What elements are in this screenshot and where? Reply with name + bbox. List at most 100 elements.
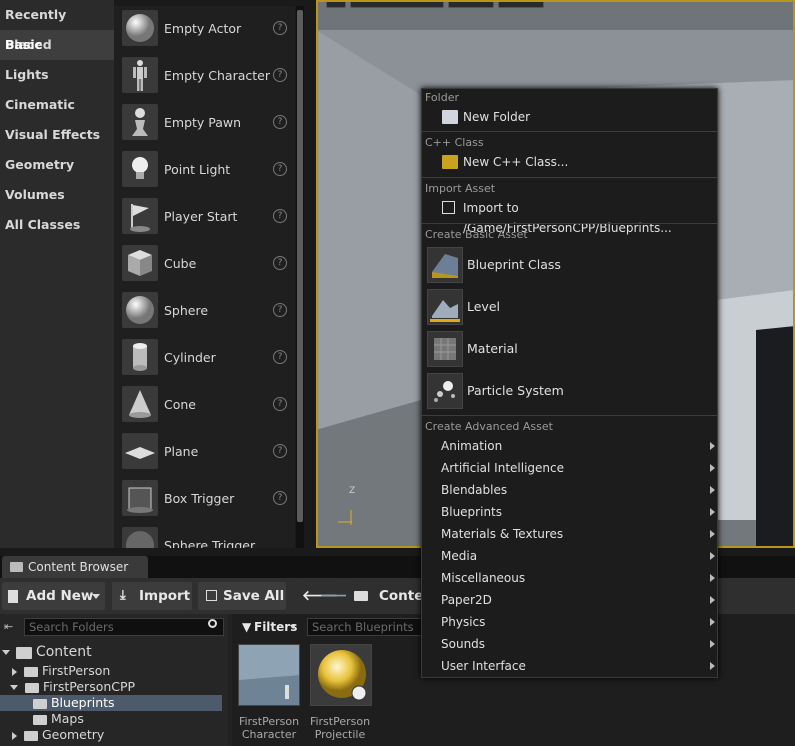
actor-item-box-trigger[interactable]: Box Trigger ?: [114, 476, 295, 523]
menu-item-material[interactable]: Material: [422, 329, 717, 369]
submenu-physics[interactable]: Physics: [422, 611, 717, 633]
submenu-blueprints[interactable]: Blueprints: [422, 501, 717, 523]
tree-item-geometry[interactable]: Geometry: [0, 727, 228, 743]
cone-icon: [122, 386, 158, 422]
help-icon[interactable]: ?: [273, 350, 287, 364]
asset-name-line: Character: [241, 728, 297, 741]
help-icon[interactable]: ?: [273, 162, 287, 176]
submenu-artificial-intelligence[interactable]: Artificial Intelligence: [422, 457, 717, 479]
axis-z-label: Z: [349, 486, 356, 496]
actor-item-point-light[interactable]: Point Light ?: [114, 147, 295, 194]
submenu-user-interface[interactable]: User Interface: [422, 655, 717, 677]
content-browser-icon: [10, 562, 23, 572]
category-cinematic[interactable]: Cinematic: [0, 90, 114, 120]
submenu-media[interactable]: Media: [422, 545, 717, 567]
folder-icon: [33, 714, 47, 725]
history-nav: 🡐 🡒: [298, 582, 356, 610]
help-icon[interactable]: ?: [273, 209, 287, 223]
tab-content-browser[interactable]: Content Browser: [2, 556, 148, 578]
actor-label: Empty Character: [164, 68, 270, 83]
actor-item-empty-actor[interactable]: Empty Actor ?: [114, 6, 295, 53]
new-folder-icon: [442, 110, 458, 124]
tree-item-blueprints[interactable]: Blueprints: [0, 695, 222, 711]
help-icon[interactable]: ?: [273, 115, 287, 129]
add-new-button[interactable]: Add New: [2, 582, 105, 610]
viewport-show-button[interactable]: [498, 2, 544, 8]
menu-separator: [422, 177, 717, 178]
save-all-button[interactable]: Save All: [198, 582, 286, 610]
help-icon[interactable]: ?: [273, 444, 287, 458]
asset-tile-firstperson-projectile[interactable]: [310, 644, 372, 706]
add-new-label: Add New: [26, 588, 94, 604]
tree-label: Geometry: [41, 727, 105, 742]
menu-item-label: Blueprint Class: [467, 257, 561, 272]
actor-label: Empty Actor: [164, 21, 242, 36]
actor-item-player-start[interactable]: Player Start ?: [114, 194, 295, 241]
submenu-sounds[interactable]: Sounds: [422, 633, 717, 655]
submenu-blendables[interactable]: Blendables: [422, 479, 717, 501]
actor-item-plane[interactable]: Plane ?: [114, 429, 295, 476]
category-recently-placed[interactable]: Recently Placed: [0, 0, 114, 52]
viewport-lit-button[interactable]: [448, 2, 494, 8]
tree-item-firstperson[interactable]: FirstPerson: [0, 663, 228, 679]
category-geometry[interactable]: Geometry: [0, 150, 114, 180]
path-breadcrumb[interactable]: Conter: [346, 582, 430, 610]
category-volumes[interactable]: Volumes: [0, 180, 114, 210]
menu-item-label: Paper2D: [441, 593, 492, 607]
submenu-arrow-icon: [710, 574, 715, 582]
search-icon[interactable]: [208, 619, 217, 628]
help-icon[interactable]: ?: [273, 68, 287, 82]
filters-button[interactable]: ▼ Filters: [236, 617, 300, 637]
save-all-label: Save All: [223, 588, 285, 604]
collapse-sources-icon[interactable]: ⇤: [4, 620, 13, 633]
actor-item-cone[interactable]: Cone ?: [114, 382, 295, 429]
help-icon[interactable]: ?: [273, 303, 287, 317]
import-icon: ⤓: [120, 588, 126, 603]
menu-item-particle-system[interactable]: Particle System: [422, 371, 717, 411]
search-assets-input[interactable]: Search Blueprints: [307, 618, 422, 636]
submenu-animation[interactable]: Animation: [422, 435, 717, 457]
menu-item-level[interactable]: Level: [422, 287, 717, 327]
submenu-materials-textures[interactable]: Materials & Textures: [422, 523, 717, 545]
tree-item-maps[interactable]: Maps: [0, 711, 228, 727]
viewport-perspective-button[interactable]: [350, 2, 444, 8]
actor-label: Sphere Trigger: [164, 538, 256, 548]
viewport-menu-button[interactable]: [326, 2, 346, 8]
submenu-miscellaneous[interactable]: Miscellaneous: [422, 567, 717, 589]
import-icon: [442, 201, 455, 214]
tree-item-firstpersoncpp[interactable]: FirstPersonCPP: [0, 679, 228, 695]
menu-item-import-to[interactable]: Import to /Game/FirstPersonCPP/Blueprint…: [422, 198, 717, 235]
actor-item-cylinder[interactable]: Cylinder ?: [114, 335, 295, 382]
projectile-blueprint-thumbnail: [311, 645, 371, 705]
category-basic[interactable]: Basic: [0, 30, 114, 60]
category-all-classes[interactable]: All Classes: [0, 210, 114, 240]
actor-item-empty-pawn[interactable]: Empty Pawn ?: [114, 100, 295, 147]
particle-system-icon: [427, 373, 463, 409]
help-icon[interactable]: ?: [273, 491, 287, 505]
actor-item-sphere-trigger[interactable]: Sphere Trigger: [114, 523, 295, 548]
submenu-arrow-icon: [710, 442, 715, 450]
category-lights[interactable]: Lights: [0, 60, 114, 90]
actor-item-cube[interactable]: Cube ?: [114, 241, 295, 288]
help-icon[interactable]: ?: [273, 21, 287, 35]
tree-item-content[interactable]: Content: [0, 644, 228, 660]
submenu-arrow-icon: [710, 486, 715, 494]
search-assets-placeholder: Search Blueprints: [312, 620, 414, 634]
actor-item-sphere[interactable]: Sphere ?: [114, 288, 295, 335]
asset-tile-firstperson-character[interactable]: [238, 644, 300, 706]
import-button[interactable]: ⤓ Import: [112, 582, 192, 610]
menu-item-new-folder[interactable]: New Folder: [422, 107, 717, 127]
actor-item-empty-character[interactable]: Empty Character ?: [114, 53, 295, 100]
search-folders-input[interactable]: Search Folders: [24, 618, 224, 636]
menu-item-new-cpp-class[interactable]: New C++ Class...: [422, 152, 717, 172]
asset-name-projectile: FirstPerson Projectile: [305, 715, 375, 741]
help-icon[interactable]: ?: [273, 256, 287, 270]
actor-label: Cone: [164, 397, 196, 412]
category-visual-effects[interactable]: Visual Effects: [0, 120, 114, 150]
help-icon[interactable]: ?: [273, 397, 287, 411]
actor-list-scroll-thumb[interactable]: [297, 10, 303, 522]
section-header-cpp: C++ Class: [425, 136, 484, 149]
menu-item-blueprint-class[interactable]: Blueprint Class: [422, 245, 717, 285]
submenu-paper2d[interactable]: Paper2D: [422, 589, 717, 611]
asset-name-character: FirstPerson Character: [234, 715, 304, 741]
